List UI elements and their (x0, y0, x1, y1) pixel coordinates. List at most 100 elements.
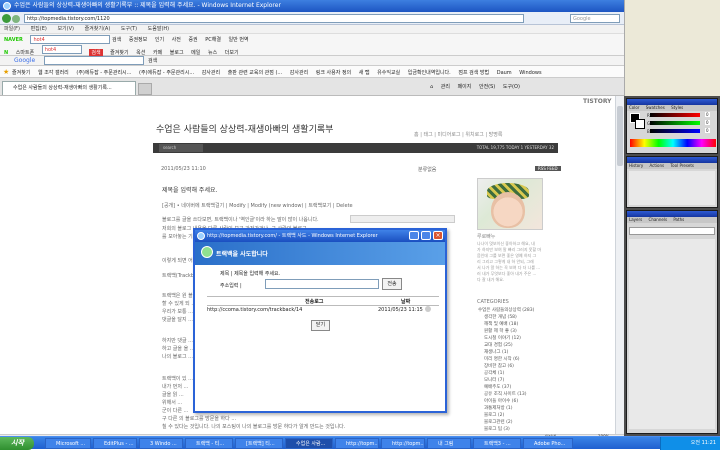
task-item[interactable]: [트랙백] 티... (235, 438, 283, 449)
trackback-address-input[interactable] (265, 279, 379, 289)
category-item[interactable]: 미리 명한 시작 (6) (484, 356, 520, 362)
fav-audit[interactable]: 감사관리 (202, 69, 220, 76)
task-item[interactable]: Adobe Pho... (523, 438, 573, 449)
category-item[interactable]: 모니터 (7) (484, 377, 504, 383)
blog-title[interactable]: 수업은 사람들의 상상력-재생아빠의 생활기록부 (156, 122, 333, 135)
naver-search-button-2[interactable]: 검색 (89, 49, 103, 56)
category-item[interactable]: 블로그 팁 (3) (484, 426, 510, 432)
clock[interactable]: 오전 11:21 (691, 440, 716, 446)
tb-translate[interactable]: 일반 번역 (229, 36, 249, 43)
blog-search-input[interactable]: search (159, 144, 203, 152)
fav-edujob-2[interactable]: (주)에듀잡 - 주문관리시... (139, 69, 194, 76)
category-item[interactable]: 공유 조직 사이트 (13) (484, 391, 527, 397)
task-item[interactable]: EditPlus - ... (93, 438, 137, 449)
tistory-logo[interactable]: TISTORY (583, 98, 611, 105)
fav-jump[interactable]: 점프 검색 방법 (458, 69, 489, 76)
trackback-url-cell[interactable]: http://ccoma.tistory.com/trackback/14 (207, 307, 302, 313)
menu-tools[interactable]: 도구(T) (121, 26, 137, 32)
ie-tools-menu[interactable]: 도구(O) (503, 83, 520, 90)
google-search-input[interactable] (44, 56, 144, 65)
color-ramp[interactable] (630, 139, 716, 147)
tb-cafe[interactable]: 카페 (153, 49, 162, 56)
fav-edu[interactable]: 출판 관련 교육의 관점 (... (228, 69, 282, 76)
tb-favorites[interactable]: 즐겨찾기 (110, 49, 128, 56)
delete-log-icon[interactable] (425, 306, 431, 312)
category-item[interactable]: 블로그 (2) (484, 412, 504, 418)
tab-styles[interactable]: Styles (671, 105, 683, 110)
fav-audit-2[interactable]: 감사관리 (290, 69, 308, 76)
page-scrollbar[interactable] (615, 96, 624, 434)
tb-mail-2[interactable]: 메일 (191, 49, 200, 56)
category-item[interactable]: 수업은 사람들의상상력 (283) (478, 307, 534, 313)
g-slider[interactable] (650, 121, 700, 125)
r-slider[interactable] (650, 113, 700, 117)
ie-safety-menu[interactable]: 안전(S) (479, 83, 495, 90)
tb-more[interactable]: 더보기 (225, 49, 239, 56)
category-item[interactable]: 원활 제 학 좋 (3) (484, 328, 517, 334)
category-item[interactable]: 생각한 개념 (58) (484, 314, 517, 320)
category-item[interactable]: 깨책 및 예배 (18) (484, 321, 518, 327)
category-item[interactable]: 블로그관련 (2) (484, 419, 513, 425)
fav-favorites[interactable]: 즐겨찾기 (12, 69, 30, 76)
fav-daum[interactable]: Daum (497, 70, 512, 76)
ie-search-input[interactable]: Google (570, 14, 620, 23)
task-item[interactable]: http://topm... (335, 438, 379, 449)
tb-news[interactable]: 뉴스 (208, 49, 217, 56)
background-swatch[interactable] (635, 119, 645, 129)
r-value[interactable]: 0 (705, 112, 710, 117)
category-item[interactable]: 도시철 이야기 (12) (484, 335, 521, 341)
naver-logo[interactable]: NAVER (4, 37, 23, 43)
forward-icon[interactable] (12, 15, 20, 23)
tb-smartphone[interactable]: 스마트폰 (16, 49, 34, 56)
fav-class[interactable]: 유수익교실 (377, 69, 400, 76)
tab-active[interactable]: 수업은 사람들의 상상력-재생아빠의 생활기록... (2, 81, 136, 95)
fav-deposit[interactable]: 입금확인내역입니다. (408, 69, 451, 76)
naver-search-button[interactable]: 검색 (112, 36, 121, 43)
fav-edujob-1[interactable]: (주)에듀잡 - 주문관리시... (76, 69, 131, 76)
layers-list[interactable] (629, 239, 715, 429)
menu-file[interactable]: 파일(F) (4, 26, 20, 32)
tb-mail[interactable]: 인기 (155, 36, 164, 43)
send-button[interactable]: 전송 (382, 278, 402, 290)
blog-nav[interactable]: 홈 | 태그 | 미디어로그 | 위치로그 | 방명록 (414, 131, 502, 138)
category-item[interactable]: 공각체 (1) (484, 370, 504, 376)
category-item[interactable]: 아이들 아이수 (6) (484, 398, 518, 404)
tab-color[interactable]: Color (629, 105, 639, 110)
fav-links[interactable]: 링크 사용자 정의 (316, 69, 351, 76)
start-button[interactable]: 시작 (0, 437, 34, 450)
tb-stock-info[interactable]: 증권정보 (129, 36, 147, 43)
task-item[interactable]: 트랙백3 - ... (473, 438, 521, 449)
tab-actions[interactable]: Actions (650, 163, 665, 168)
tab-channels[interactable]: Channels (649, 217, 668, 222)
naver-search-input-2[interactable]: hot4 (41, 45, 82, 54)
ie-page-menu[interactable]: 페이지 (458, 83, 472, 90)
b-value[interactable]: 0 (705, 128, 710, 133)
dialog-maximize-button[interactable] (421, 231, 431, 240)
ie-home-button[interactable]: ⌂ (430, 84, 433, 90)
tab-layers[interactable]: Layers (629, 217, 642, 222)
google-search-button[interactable]: 검색 (148, 57, 157, 64)
category-item[interactable]: 재생나그 (1) (484, 349, 508, 355)
fav-newtab[interactable]: 새 탭 (359, 69, 370, 76)
ie-admin[interactable]: 관리 (441, 83, 450, 90)
task-item[interactable]: 수업은 사람... (285, 438, 333, 449)
address-field[interactable]: http://topmedia.tistory.com/1120 (24, 14, 524, 23)
task-item[interactable]: Microsoft ... (45, 438, 91, 449)
task-item[interactable]: 내 그림 (427, 438, 471, 449)
tb-auction[interactable]: 옥션 (136, 49, 145, 56)
tb-blog[interactable]: 블로그 (170, 49, 184, 56)
tab-swatches[interactable]: Swatches (646, 105, 665, 110)
menu-view[interactable]: 보기(V) (57, 26, 74, 32)
g-value[interactable]: 0 (705, 120, 710, 125)
dialog-minimize-button[interactable] (409, 231, 419, 240)
back-icon[interactable] (2, 14, 11, 23)
category-item[interactable]: 예배주도 (37) (484, 384, 511, 390)
dialog-close-icon[interactable]: × (433, 231, 443, 240)
scroll-thumb[interactable] (617, 106, 623, 166)
b-slider[interactable] (650, 129, 700, 133)
tab-paths[interactable]: Paths (673, 217, 684, 222)
menu-favorites[interactable]: 즐겨찾기(A) (85, 26, 111, 32)
post-category[interactable]: 분류없음 (418, 166, 436, 173)
fav-web-slice[interactable]: 웹 조각 갤러리 (38, 69, 69, 76)
menu-edit[interactable]: 편집(E) (31, 26, 47, 32)
